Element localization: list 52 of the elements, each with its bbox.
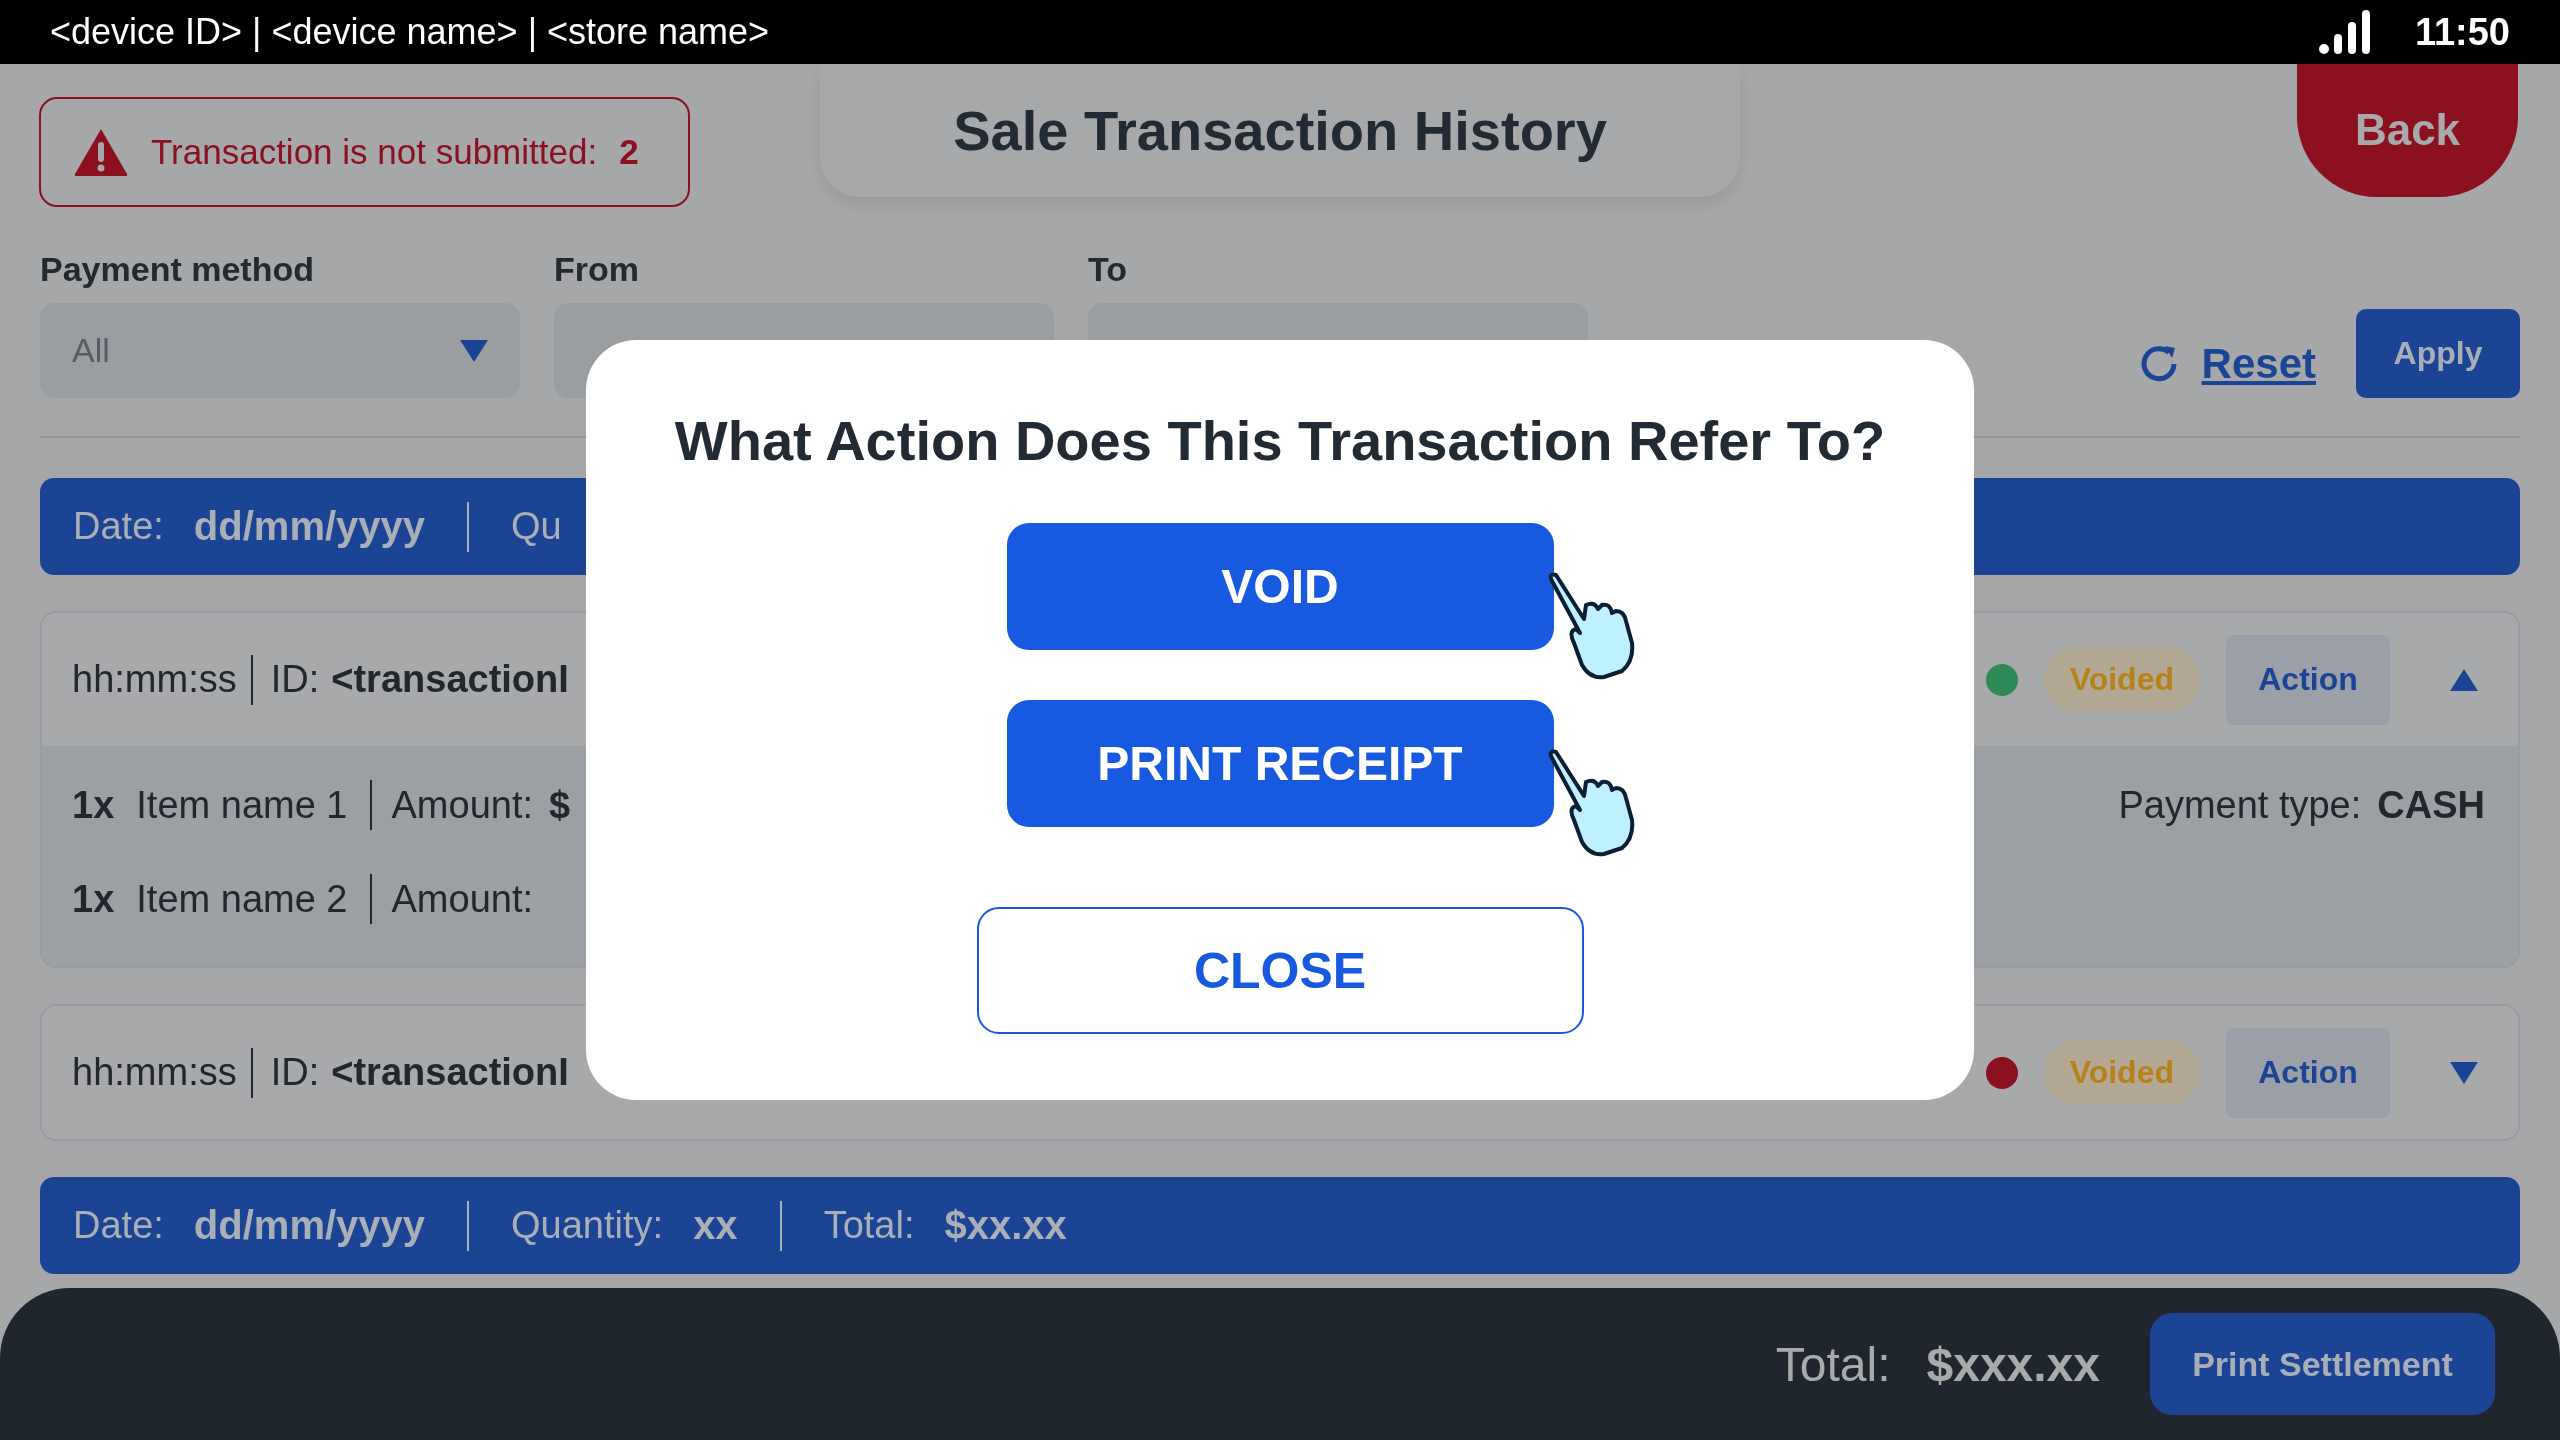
page-title: Sale Transaction History — [953, 98, 1607, 163]
action-button[interactable]: Action — [2226, 1027, 2390, 1118]
item-name: Item name 1 — [136, 783, 348, 827]
expand-caret-icon — [2450, 1061, 2478, 1084]
item-quantity: 1x — [72, 877, 115, 921]
item-quantity: 1x — [72, 783, 115, 827]
dialog-action-button[interactable]: PRINT RECEIPT — [1006, 700, 1554, 827]
status-badge: Voided — [2043, 647, 2200, 712]
transaction-id: <transactionI — [331, 1051, 569, 1094]
filter-label: From — [554, 250, 640, 289]
amount-value: $ — [549, 783, 571, 827]
dialog-action-button[interactable]: VOID — [1006, 523, 1554, 650]
summary-label: Date: — [73, 1204, 164, 1247]
print-settlement-button[interactable]: Print Settlement — [2150, 1313, 2495, 1415]
id-label: ID: — [270, 658, 320, 701]
alert-text: Transaction is not submitted: — [151, 132, 598, 172]
total-value: $xxx.xx — [1926, 1336, 2100, 1392]
summary-value: dd/mm/yyyy — [193, 1203, 426, 1248]
payment-type-label: Payment type: — [2118, 783, 2362, 827]
id-label: ID: — [270, 1051, 320, 1094]
summary-label: Qu — [511, 505, 562, 548]
amount-label: Amount: — [391, 783, 534, 827]
transaction-time: hh:mm:ss — [72, 658, 237, 701]
summary-value: $xx.xx — [944, 1203, 1067, 1248]
transaction-id: <transactionI — [331, 658, 569, 701]
apply-button[interactable]: Apply — [2356, 309, 2520, 398]
summary-label: Total: — [823, 1204, 915, 1247]
summary-label: Quantity: — [511, 1204, 664, 1247]
item-name: Item name 2 — [136, 877, 348, 921]
device-info: <device ID> | <device name> | <store name> — [50, 11, 771, 53]
collapse-caret-icon — [2450, 668, 2478, 691]
transaction-time: hh:mm:ss — [72, 1051, 237, 1094]
filter-label: To — [1088, 250, 1128, 289]
alert-count: 2 — [619, 132, 639, 172]
dropdown-caret-icon — [460, 339, 488, 362]
filter-label: Payment method — [40, 250, 315, 289]
total-label: Total: — [1775, 1336, 1891, 1392]
payment-type-value: CASH — [2377, 783, 2485, 827]
filter-field[interactable]: All — [40, 303, 520, 398]
reset-link[interactable]: Reset — [2137, 340, 2316, 388]
warning-icon — [73, 127, 129, 177]
status-badge: Voided — [2043, 1040, 2200, 1105]
dialog-title: What Action Does This Transaction Refer To? — [674, 408, 1886, 473]
field-value: All — [72, 331, 110, 370]
summary-value: dd/mm/yyyy — [193, 504, 426, 549]
back-button[interactable]: Back — [2297, 64, 2518, 197]
summary-label: Date: — [73, 505, 164, 548]
summary-value: xx — [693, 1203, 738, 1248]
action-button[interactable]: Action — [2226, 634, 2390, 725]
status-time: 11:50 — [2414, 10, 2510, 54]
close-button[interactable]: CLOSE — [976, 907, 1584, 1034]
amount-label: Amount: — [391, 877, 534, 921]
